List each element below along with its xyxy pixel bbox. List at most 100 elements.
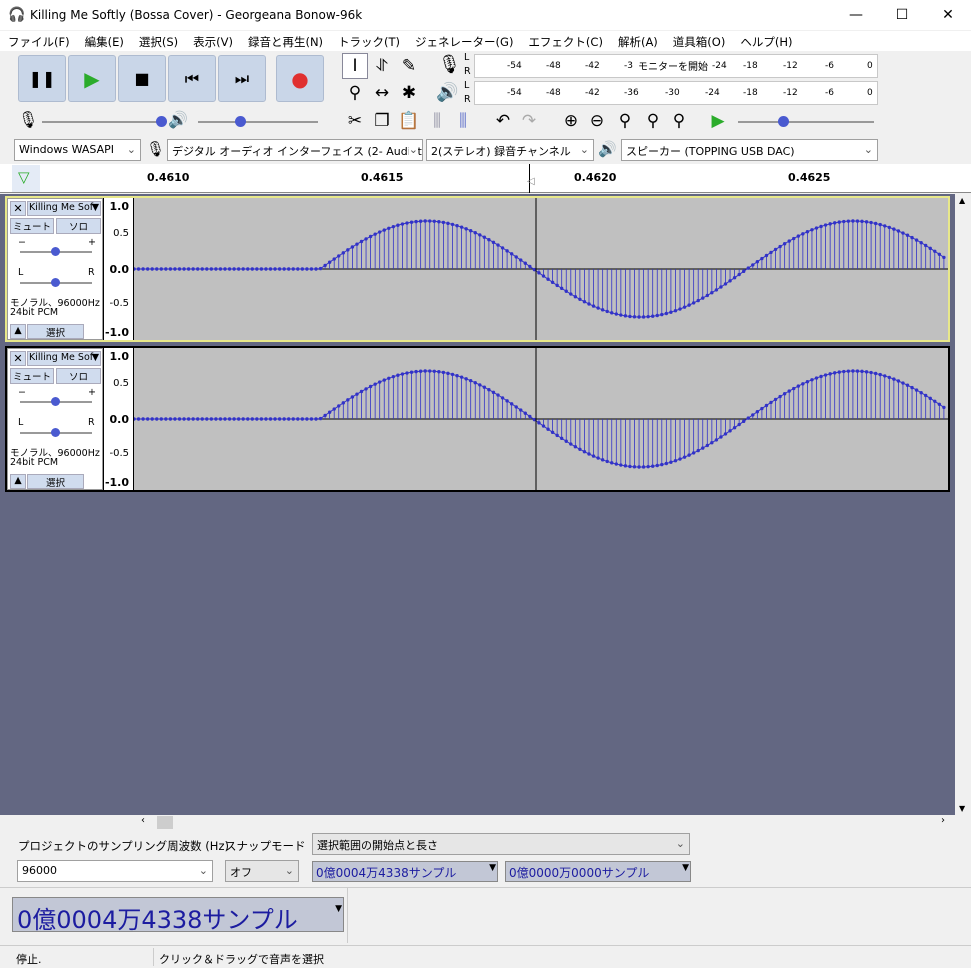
timeshift-tool[interactable]: ↔ [369,80,395,106]
track-control-panel[interactable]: ✕ Killing Me Sof ▼ ミュート ソロ − + L R モノラル、9… [7,348,103,490]
menu-view[interactable]: 表示(V) [189,31,237,51]
zoom-tool[interactable]: ⚲ [342,80,368,106]
select-track-button[interactable]: 選択 [27,474,84,489]
snap-mode-select[interactable]: オフ ⌄ [225,860,299,882]
track-control-panel[interactable]: ✕ Killing Me Sof ▼ ミュート ソロ − + L R モノラル、9… [7,198,103,340]
paste-button[interactable]: 📋 [396,108,422,134]
audio-track[interactable]: ✕ Killing Me Sof ▼ ミュート ソロ − + L R モノラル、9… [5,346,950,492]
playback-device-select[interactable]: スピーカー (TOPPING USB DAC) ⌄ [621,139,878,161]
menu-generate[interactable]: ジェネレーター(G) [411,31,517,51]
zoom-toggle-icon: ⚲ [672,111,686,131]
horizontal-scrollbar[interactable]: ‹ › [0,815,971,830]
menu-file[interactable]: ファイル(F) [4,31,74,51]
chevron-down-icon: ⌄ [126,143,136,156]
silence-button[interactable]: ⫼ [450,108,476,134]
play-speed-slider[interactable] [738,116,874,127]
play-at-speed-button[interactable]: ▶ [705,108,731,134]
track-menu-button[interactable]: Killing Me Sof ▼ [27,351,101,366]
selection-length-time[interactable]: 0億0000万0000サンプル ▼ [505,861,691,882]
audio-position-time[interactable]: 0億0004万4338サンプル ▼ [12,897,344,934]
close-button[interactable]: ✕ [925,0,971,30]
fit-selection-button[interactable]: ⚲ [612,108,638,134]
zoom-in-button[interactable]: ⊕ [558,108,584,134]
skip-start-button[interactable]: ⏮ [168,55,216,102]
menu-edit[interactable]: 編集(E) [81,31,128,51]
start-monitoring-label[interactable]: モニターを開始 [635,58,711,73]
envelope-tool[interactable]: ⥯ [369,53,395,79]
zoom-toggle-button[interactable]: ⚲ [666,108,692,134]
solo-button[interactable]: ソロ [56,218,101,234]
amplitude-scale[interactable]: 1.0 0.5 0.0 -0.5 -1.0 [104,348,133,490]
selection-tool[interactable]: I [342,53,368,79]
waveform[interactable] [134,348,948,490]
minimize-button[interactable]: — [833,0,879,30]
undo-button[interactable]: ↶ [490,108,516,134]
timeline-ruler[interactable]: ▽ 0.4610 0.4615 0.4620 0.4625 ◁ [0,164,971,193]
fit-project-button[interactable]: ⚲ [640,108,666,134]
waveform[interactable] [134,198,948,340]
stop-button[interactable]: ■ [118,55,166,102]
amplitude-scale[interactable]: 1.0 0.5 0.0 -0.5 -1.0 [104,198,133,340]
audio-host-select[interactable]: Windows WASAPI ⌄ [14,139,141,161]
play-head-icon: ◁ [527,176,535,187]
menu-analyze[interactable]: 解析(A) [614,31,662,51]
menu-transport[interactable]: 録音と再生(N) [244,31,327,51]
playback-volume-slider[interactable] [198,116,318,127]
dropdown-arrow-icon[interactable]: ▼ [489,863,496,873]
audio-track[interactable]: ✕ Killing Me Sof ▼ ミュート ソロ − + L R モノラル、9… [5,196,950,342]
collapse-track-button[interactable]: ▲ [10,474,26,489]
title-bar: 🎧 Killing Me Softly (Bossa Cover) - Geor… [0,0,971,30]
scroll-up-icon[interactable]: ▲ [959,196,965,205]
menu-tracks[interactable]: トラック(T) [334,31,404,51]
scroll-left-icon[interactable]: ‹ [141,815,145,826]
play-meter-speaker-icon[interactable]: 🔊 [436,82,458,103]
menu-help[interactable]: ヘルプ(H) [736,31,796,51]
record-button[interactable]: ● [276,55,324,102]
zoom-out-button[interactable]: ⊖ [584,108,610,134]
gain-slider[interactable] [20,247,92,256]
scroll-right-icon[interactable]: › [941,815,945,826]
multi-tool[interactable]: ✱ [396,80,422,106]
track-close-button[interactable]: ✕ [10,201,26,216]
selection-start-time[interactable]: 0億0004万4338サンプル ▼ [312,861,498,882]
collapse-track-button[interactable]: ▲ [10,324,26,339]
draw-tool[interactable]: ✎ [396,53,422,79]
pan-slider[interactable] [20,278,92,287]
maximize-button[interactable]: ☐ [879,0,925,30]
cut-button[interactable]: ✂ [342,108,368,134]
solo-button[interactable]: ソロ [56,368,101,384]
record-meter[interactable]: -54 -48 -42 -3 モニターを開始 -24 -18 -12 -6 0 [474,54,878,78]
vertical-scrollbar[interactable]: ▲ ▼ [955,194,971,815]
track-menu-button[interactable]: Killing Me Sof ▼ [27,201,101,216]
menu-select[interactable]: 選択(S) [135,31,182,51]
skip-end-button[interactable]: ⏭ [218,55,266,102]
record-volume-slider[interactable] [42,116,167,127]
track-close-button[interactable]: ✕ [10,351,26,366]
menu-effect[interactable]: エフェクト(C) [524,31,607,51]
trim-button[interactable]: ⫼ [424,108,450,134]
record-icon: ● [291,66,309,91]
gain-slider[interactable] [20,397,92,406]
menu-tools[interactable]: 道具箱(O) [669,31,730,51]
record-meter-mic-icon[interactable]: 🎙 [438,54,461,75]
scroll-thumb[interactable] [157,816,173,829]
dropdown-arrow-icon[interactable]: ▼ [335,904,342,914]
pause-button[interactable]: ❚❚ [18,55,66,102]
mute-button[interactable]: ミュート [10,368,54,384]
mute-button[interactable]: ミュート [10,218,54,234]
redo-button[interactable]: ↷ [516,108,542,134]
copy-button[interactable]: ❐ [369,108,395,134]
recording-device-select[interactable]: デジタル オーディオ インターフェイス (2- Audiotrak I ⌄ [167,139,423,161]
recording-channels-select[interactable]: 2(ステレオ) 録音チャンネル ⌄ [426,139,594,161]
project-rate-select[interactable]: 96000 ⌄ [17,860,213,882]
play-button[interactable]: ▶ [68,55,116,102]
pan-slider[interactable] [20,428,92,437]
timeline-options-button[interactable]: ▽ [12,165,40,192]
scroll-down-icon[interactable]: ▼ [959,804,965,813]
selection-mode-select[interactable]: 選択範囲の開始点と長さ ⌄ [312,833,690,855]
select-track-button[interactable]: 選択 [27,324,84,339]
stop-icon: ■ [134,69,150,88]
fit-project-icon: ⚲ [646,111,660,131]
dropdown-arrow-icon[interactable]: ▼ [682,863,689,873]
playback-meter[interactable]: -54 -48 -42 -36 -30 -24 -18 -12 -6 0 [474,81,878,105]
